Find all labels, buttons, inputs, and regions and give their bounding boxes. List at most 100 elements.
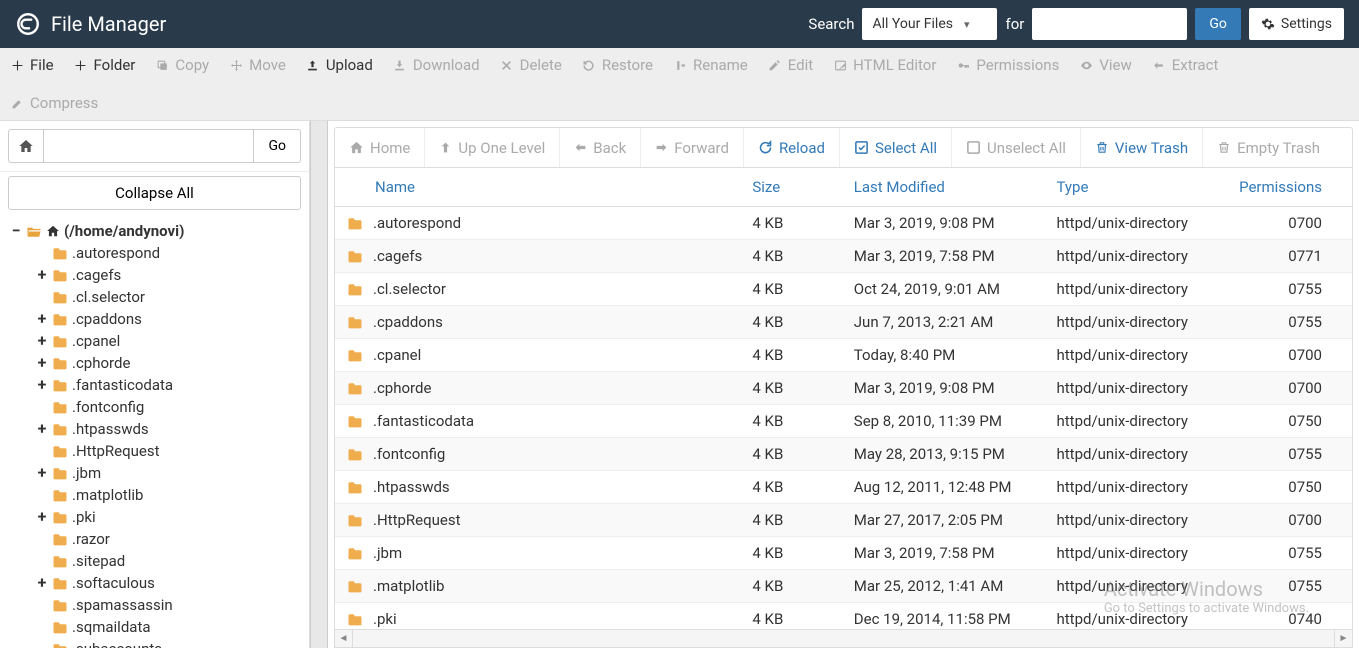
expand-icon[interactable]: +	[36, 421, 48, 437]
extract-button[interactable]: Extract	[1152, 56, 1219, 74]
search-scope-select[interactable]: All Your Files ▾	[862, 8, 997, 40]
table-row[interactable]: .cpaddons4 KBJun 7, 2013, 2:21 AMhttpd/u…	[335, 306, 1352, 339]
copy-button[interactable]: Copy	[155, 56, 209, 74]
tree-item[interactable]: +.cagefs	[36, 264, 309, 286]
search-go-button[interactable]: Go	[1195, 8, 1241, 40]
tree-item[interactable]: .spamassassin	[36, 594, 309, 616]
scroll-left-icon[interactable]: ◄	[335, 630, 353, 647]
nav-unselect-all[interactable]: Unselect All	[952, 128, 1081, 167]
tree-item[interactable]: .matplotlib	[36, 484, 309, 506]
tree-item[interactable]: +.fantasticodata	[36, 374, 309, 396]
tree-item[interactable]: .razor	[36, 528, 309, 550]
settings-button[interactable]: Settings	[1249, 8, 1344, 40]
tree-item[interactable]: .HttpRequest	[36, 440, 309, 462]
tree-item[interactable]: .sqmaildata	[36, 616, 309, 638]
nav-up[interactable]: Up One Level	[425, 128, 560, 167]
table-row[interactable]: .fontconfig4 KBMay 28, 2013, 9:15 PMhttp…	[335, 438, 1352, 471]
path-input[interactable]	[44, 129, 254, 163]
table-row[interactable]: .HttpRequest4 KBMar 27, 2017, 2:05 PMhtt…	[335, 504, 1352, 537]
tree-item[interactable]: +.htpasswds	[36, 418, 309, 440]
tree-item[interactable]: .fontconfig	[36, 396, 309, 418]
copy-icon	[155, 58, 169, 72]
col-header-type[interactable]: Type	[1045, 168, 1228, 207]
html-editor-button[interactable]: HTML Editor	[833, 56, 936, 74]
expand-icon[interactable]: +	[36, 509, 48, 525]
pencil-icon	[768, 58, 782, 72]
nav-view-trash[interactable]: View Trash	[1081, 128, 1203, 167]
restore-button[interactable]: Restore	[582, 56, 653, 74]
horizontal-scrollbar[interactable]: ◄ ►	[334, 630, 1353, 648]
expand-icon[interactable]: +	[36, 333, 48, 349]
nav-select-all[interactable]: Select All	[840, 128, 952, 167]
permissions-button[interactable]: Permissions	[956, 56, 1059, 74]
compress-button[interactable]: Compress	[10, 94, 1349, 112]
table-row[interactable]: .cl.selector4 KBOct 24, 2019, 9:01 AMhtt…	[335, 273, 1352, 306]
download-button[interactable]: Download	[393, 56, 480, 74]
table-row[interactable]: .htpasswds4 KBAug 12, 2011, 12:48 PMhttp…	[335, 471, 1352, 504]
home-path-button[interactable]	[8, 129, 44, 163]
folder-icon	[52, 357, 68, 370]
plus-icon	[10, 58, 24, 72]
settings-label: Settings	[1281, 16, 1332, 32]
nav-back[interactable]: Back	[560, 128, 641, 167]
table-row[interactable]: .autorespond4 KBMar 3, 2019, 9:08 PMhttp…	[335, 207, 1352, 240]
table-row[interactable]: .cagefs4 KBMar 3, 2019, 7:58 PMhttpd/uni…	[335, 240, 1352, 273]
tree-item[interactable]: +.softaculous	[36, 572, 309, 594]
folder-button[interactable]: Folder	[74, 56, 136, 74]
file-permissions: 0755	[1227, 570, 1352, 603]
nav-reload[interactable]: Reload	[744, 128, 840, 167]
file-type: httpd/unix-directory	[1045, 273, 1228, 306]
file-button[interactable]: File	[10, 56, 54, 74]
file-permissions: 0700	[1227, 339, 1352, 372]
panel-splitter[interactable]	[310, 121, 328, 648]
expand-icon[interactable]: +	[36, 377, 48, 393]
collapse-icon[interactable]: −	[10, 223, 22, 239]
expand-icon[interactable]: +	[36, 267, 48, 283]
tree-item[interactable]: +.pki	[36, 506, 309, 528]
tree-item[interactable]: .subaccounts	[36, 638, 309, 648]
tree-item[interactable]: +.cphorde	[36, 352, 309, 374]
tree-root[interactable]: − (/home/andynovi)	[10, 220, 309, 242]
rename-button[interactable]: Rename	[673, 56, 748, 74]
file-modified: Mar 25, 2012, 1:41 AM	[842, 570, 1045, 603]
table-row[interactable]: .matplotlib4 KBMar 25, 2012, 1:41 AMhttp…	[335, 570, 1352, 603]
upload-button[interactable]: Upload	[306, 56, 373, 74]
table-row[interactable]: .pki4 KBDec 19, 2014, 11:58 PMhttpd/unix…	[335, 603, 1352, 631]
tree-item[interactable]: .autorespond	[36, 242, 309, 264]
view-button[interactable]: View	[1079, 56, 1131, 74]
tree-item[interactable]: +.cpanel	[36, 330, 309, 352]
col-header-size[interactable]: Size	[740, 168, 841, 207]
expand-icon[interactable]: +	[36, 311, 48, 327]
key-icon	[956, 58, 970, 72]
table-row[interactable]: .jbm4 KBMar 3, 2019, 7:58 PMhttpd/unix-d…	[335, 537, 1352, 570]
edit-button[interactable]: Edit	[768, 56, 813, 74]
tree-item[interactable]: .cl.selector	[36, 286, 309, 308]
delete-button[interactable]: Delete	[500, 56, 562, 74]
table-row[interactable]: .cphorde4 KBMar 3, 2019, 9:08 PMhttpd/un…	[335, 372, 1352, 405]
nav-home[interactable]: Home	[335, 128, 425, 167]
expand-icon[interactable]: +	[36, 355, 48, 371]
col-header-name[interactable]: Name	[335, 168, 740, 207]
eye-icon	[1079, 58, 1093, 72]
nav-empty-trash[interactable]: Empty Trash	[1203, 128, 1334, 167]
tree-item[interactable]: +.jbm	[36, 462, 309, 484]
scroll-right-icon[interactable]: ►	[1334, 630, 1352, 647]
tree-item[interactable]: +.cpaddons	[36, 308, 309, 330]
collapse-all-button[interactable]: Collapse All	[8, 176, 301, 210]
expand-icon[interactable]: +	[36, 575, 48, 591]
table-row[interactable]: .fantasticodata4 KBSep 8, 2010, 11:39 PM…	[335, 405, 1352, 438]
file-permissions: 0755	[1227, 306, 1352, 339]
col-header-modified[interactable]: Last Modified	[842, 168, 1045, 207]
search-input[interactable]	[1032, 8, 1187, 40]
folder-icon	[52, 489, 68, 502]
table-row[interactable]: .cpanel4 KBToday, 8:40 PMhttpd/unix-dire…	[335, 339, 1352, 372]
nav-forward[interactable]: Forward	[641, 128, 744, 167]
file-size: 4 KB	[740, 405, 841, 438]
move-button[interactable]: Move	[229, 56, 286, 74]
tree-item[interactable]: .sitepad	[36, 550, 309, 572]
file-name: .htpasswds	[373, 478, 450, 496]
path-go-button[interactable]: Go	[254, 129, 301, 163]
expand-icon[interactable]: +	[36, 465, 48, 481]
file-permissions: 0771	[1227, 240, 1352, 273]
col-header-permissions[interactable]: Permissions	[1227, 168, 1352, 207]
